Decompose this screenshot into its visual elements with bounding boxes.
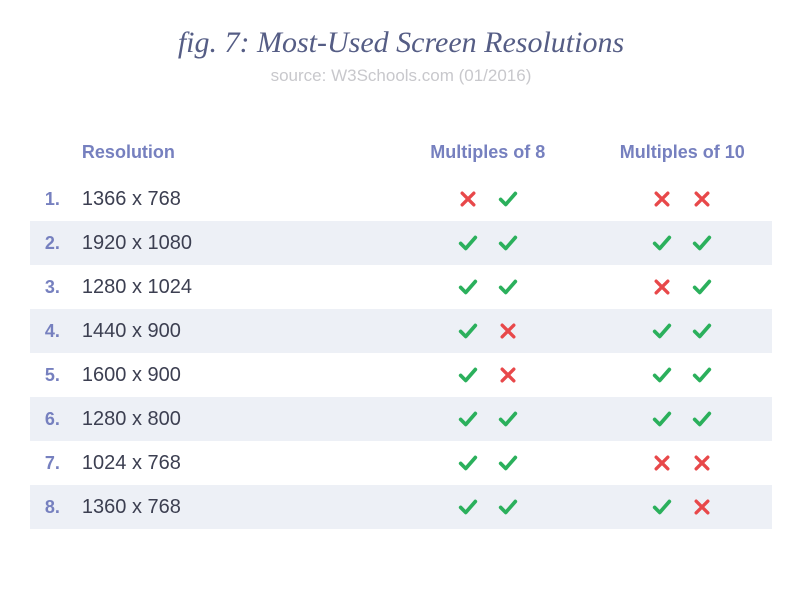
- row-mult8: [383, 276, 592, 298]
- header-resolution: Resolution: [74, 142, 383, 163]
- row-rank: 8.: [30, 497, 74, 518]
- row-resolution: 1024 x 768: [74, 452, 383, 475]
- check-icon: [457, 320, 479, 342]
- check-icon: [497, 276, 519, 298]
- row-mult10: [593, 496, 773, 518]
- row-rank: 6.: [30, 409, 74, 430]
- row-rank: 5.: [30, 365, 74, 386]
- row-mult8: [383, 408, 592, 430]
- check-icon: [497, 232, 519, 254]
- row-resolution: 1600 x 900: [74, 364, 383, 387]
- row-mult8: [383, 320, 592, 342]
- check-icon: [457, 452, 479, 474]
- row-mult10: [593, 364, 773, 386]
- row-rank: 1.: [30, 189, 74, 210]
- table-row: 4.1440 x 900: [30, 309, 772, 353]
- row-mult10: [593, 188, 773, 210]
- row-mult8: [383, 496, 592, 518]
- row-mult10: [593, 232, 773, 254]
- row-resolution: 1440 x 900: [74, 320, 383, 343]
- check-icon: [457, 276, 479, 298]
- figure-title: fig. 7: Most-Used Screen Resolutions: [30, 26, 772, 60]
- check-icon: [651, 364, 673, 386]
- check-icon: [457, 364, 479, 386]
- row-rank: 2.: [30, 233, 74, 254]
- table-row: 3.1280 x 1024: [30, 265, 772, 309]
- table-row: 2.1920 x 1080: [30, 221, 772, 265]
- table-row: 6.1280 x 800: [30, 397, 772, 441]
- check-icon: [651, 496, 673, 518]
- row-resolution: 1280 x 1024: [74, 276, 383, 299]
- check-icon: [691, 364, 713, 386]
- check-icon: [691, 232, 713, 254]
- cross-icon: [651, 452, 673, 474]
- check-icon: [651, 408, 673, 430]
- check-icon: [497, 452, 519, 474]
- check-icon: [691, 408, 713, 430]
- row-rank: 3.: [30, 277, 74, 298]
- table-row: 7.1024 x 768: [30, 441, 772, 485]
- check-icon: [457, 496, 479, 518]
- row-resolution: 1920 x 1080: [74, 232, 383, 255]
- row-rank: 7.: [30, 453, 74, 474]
- header-mult8: Multiples of 8: [383, 142, 592, 163]
- row-mult10: [593, 320, 773, 342]
- check-icon: [691, 320, 713, 342]
- check-icon: [497, 408, 519, 430]
- row-mult8: [383, 188, 592, 210]
- row-resolution: 1366 x 768: [74, 188, 383, 211]
- check-icon: [457, 408, 479, 430]
- cross-icon: [691, 188, 713, 210]
- cross-icon: [651, 188, 673, 210]
- header-mult10: Multiples of 10: [593, 142, 773, 163]
- cross-icon: [651, 276, 673, 298]
- cross-icon: [691, 496, 713, 518]
- row-rank: 4.: [30, 321, 74, 342]
- row-mult8: [383, 364, 592, 386]
- row-resolution: 1360 x 768: [74, 496, 383, 519]
- figure-subtitle: source: W3Schools.com (01/2016): [30, 66, 772, 86]
- table-row: 5.1600 x 900: [30, 353, 772, 397]
- check-icon: [691, 276, 713, 298]
- row-mult10: [593, 408, 773, 430]
- check-icon: [651, 320, 673, 342]
- cross-icon: [497, 320, 519, 342]
- check-icon: [457, 232, 479, 254]
- cross-icon: [497, 364, 519, 386]
- table-row: 8.1360 x 768: [30, 485, 772, 529]
- row-mult10: [593, 452, 773, 474]
- row-mult8: [383, 232, 592, 254]
- table-header-row: Resolution Multiples of 8 Multiples of 1…: [30, 142, 772, 177]
- check-icon: [651, 232, 673, 254]
- row-mult8: [383, 452, 592, 474]
- cross-icon: [691, 452, 713, 474]
- row-resolution: 1280 x 800: [74, 408, 383, 431]
- check-icon: [497, 188, 519, 210]
- check-icon: [497, 496, 519, 518]
- table-row: 1.1366 x 768: [30, 177, 772, 221]
- resolution-table: Resolution Multiples of 8 Multiples of 1…: [30, 142, 772, 529]
- row-mult10: [593, 276, 773, 298]
- cross-icon: [457, 188, 479, 210]
